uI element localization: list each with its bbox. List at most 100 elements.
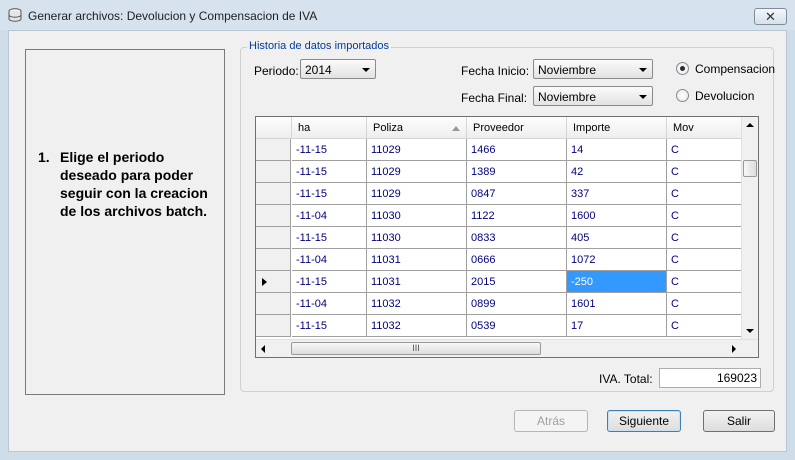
devolucion-radio[interactable]	[676, 89, 689, 102]
row-header-corner	[256, 117, 292, 139]
horizontal-scrollbar[interactable]: III	[256, 339, 758, 357]
table-cell[interactable]: -11-15	[292, 139, 367, 161]
fecha-inicio-select[interactable]: Noviembre	[533, 59, 653, 79]
iva-total-field[interactable]: 169023	[659, 368, 761, 388]
scroll-up-icon[interactable]	[746, 123, 754, 127]
column-header-fecha[interactable]: ha	[292, 117, 367, 139]
table-cell[interactable]: -250	[567, 271, 667, 293]
fecha-final-label: Fecha Final:	[461, 91, 528, 105]
row-header[interactable]	[256, 205, 291, 227]
vertical-scrollbar[interactable]	[741, 117, 758, 339]
chevron-down-icon	[639, 95, 647, 99]
vertical-scroll-thumb[interactable]	[743, 160, 757, 177]
table-cell[interactable]: 14	[567, 139, 667, 161]
table-cell[interactable]: 1122	[467, 205, 567, 227]
table-cell[interactable]: -11-04	[292, 249, 367, 271]
table-row[interactable]: -11-15 11029 0847 337 C	[256, 183, 742, 205]
periodo-label: Periodo:	[254, 64, 299, 78]
back-button[interactable]: Atrás	[514, 410, 588, 432]
table-cell[interactable]: -11-15	[292, 161, 367, 183]
table-cell[interactable]: 0847	[467, 183, 567, 205]
fecha-inicio-label: Fecha Inicio:	[461, 64, 530, 78]
column-header-poliza[interactable]: Poliza	[367, 117, 467, 139]
column-header-mov[interactable]: Mov	[667, 117, 742, 139]
row-header[interactable]	[256, 315, 291, 337]
row-header[interactable]	[256, 161, 291, 183]
row-header[interactable]	[256, 271, 291, 293]
current-row-pointer-icon	[262, 278, 267, 286]
instructions-panel: 1. Elige el periodo deseado para poder s…	[25, 49, 225, 395]
scroll-right-icon[interactable]	[732, 345, 736, 353]
column-header-proveedor[interactable]: Proveedor	[467, 117, 567, 139]
table-cell[interactable]: C	[667, 293, 742, 315]
table-cell[interactable]: C	[667, 183, 742, 205]
table-cell[interactable]: 11029	[367, 183, 467, 205]
row-header[interactable]	[256, 183, 291, 205]
table-cell[interactable]: -11-04	[292, 205, 367, 227]
table-cell[interactable]: 337	[567, 183, 667, 205]
horizontal-scroll-thumb[interactable]: III	[291, 342, 541, 355]
table-cell[interactable]: 1600	[567, 205, 667, 227]
table-cell[interactable]: C	[667, 315, 742, 337]
table-cell[interactable]: 0899	[467, 293, 567, 315]
table-cell[interactable]: C	[667, 139, 742, 161]
row-header[interactable]	[256, 227, 291, 249]
table-cell[interactable]: 1601	[567, 293, 667, 315]
compensacion-label[interactable]: Compensacion	[695, 62, 775, 76]
table-cell[interactable]: -11-04	[292, 293, 367, 315]
periodo-select[interactable]: 2014	[300, 59, 376, 79]
scroll-left-icon[interactable]	[261, 345, 265, 353]
table-cell[interactable]: 11030	[367, 227, 467, 249]
chevron-down-icon	[639, 68, 647, 72]
table-row[interactable]: -11-04 11032 0899 1601 C	[256, 293, 742, 315]
table-cell[interactable]: C	[667, 271, 742, 293]
table-cell[interactable]: 17	[567, 315, 667, 337]
table-cell[interactable]: 0833	[467, 227, 567, 249]
table-cell[interactable]: 11032	[367, 315, 467, 337]
table-cell[interactable]: -11-15	[292, 227, 367, 249]
scroll-down-icon[interactable]	[746, 329, 754, 333]
database-icon	[8, 8, 22, 22]
table-cell[interactable]: C	[667, 227, 742, 249]
table-cell[interactable]: -11-15	[292, 271, 367, 293]
table-row[interactable]: -11-15 11029 1466 14 C	[256, 139, 742, 161]
table-cell[interactable]: 1389	[467, 161, 567, 183]
table-cell[interactable]: 0666	[467, 249, 567, 271]
table-cell[interactable]: 11030	[367, 205, 467, 227]
table-cell[interactable]: 11029	[367, 139, 467, 161]
compensacion-radio[interactable]	[676, 62, 689, 75]
table-cell[interactable]: C	[667, 161, 742, 183]
table-cell[interactable]: 1072	[567, 249, 667, 271]
table-cell[interactable]: 1466	[467, 139, 567, 161]
table-row[interactable]: -11-15 11029 1389 42 C	[256, 161, 742, 183]
data-grid[interactable]: ha Poliza Proveedor Importe Mov -11-15 11…	[255, 116, 759, 358]
row-header[interactable]	[256, 249, 291, 271]
table-cell[interactable]: 405	[567, 227, 667, 249]
iva-total-label: IVA. Total:	[599, 372, 653, 386]
next-button[interactable]: Siguiente	[607, 410, 681, 432]
row-header[interactable]	[256, 139, 291, 161]
table-row[interactable]: -11-15 11031 2015 -250 C	[256, 271, 742, 293]
table-cell[interactable]: 2015	[467, 271, 567, 293]
table-cell[interactable]: -11-15	[292, 315, 367, 337]
close-icon: ✕	[765, 9, 776, 24]
table-cell[interactable]: 42	[567, 161, 667, 183]
table-cell[interactable]: 0539	[467, 315, 567, 337]
table-cell[interactable]: 11032	[367, 293, 467, 315]
column-header-importe[interactable]: Importe	[567, 117, 667, 139]
devolucion-label[interactable]: Devolucion	[695, 89, 754, 103]
table-row[interactable]: -11-15 11032 0539 17 C	[256, 315, 742, 337]
fecha-final-select[interactable]: Noviembre	[533, 86, 653, 106]
table-cell[interactable]: 11031	[367, 249, 467, 271]
table-cell[interactable]: C	[667, 205, 742, 227]
table-cell[interactable]: -11-15	[292, 183, 367, 205]
close-button[interactable]: ✕	[754, 8, 787, 25]
table-cell[interactable]: C	[667, 249, 742, 271]
table-row[interactable]: -11-15 11030 0833 405 C	[256, 227, 742, 249]
table-cell[interactable]: 11029	[367, 161, 467, 183]
table-row[interactable]: -11-04 11031 0666 1072 C	[256, 249, 742, 271]
table-cell[interactable]: 11031	[367, 271, 467, 293]
row-header[interactable]	[256, 293, 291, 315]
table-row[interactable]: -11-04 11030 1122 1600 C	[256, 205, 742, 227]
exit-button[interactable]: Salir	[703, 410, 775, 432]
